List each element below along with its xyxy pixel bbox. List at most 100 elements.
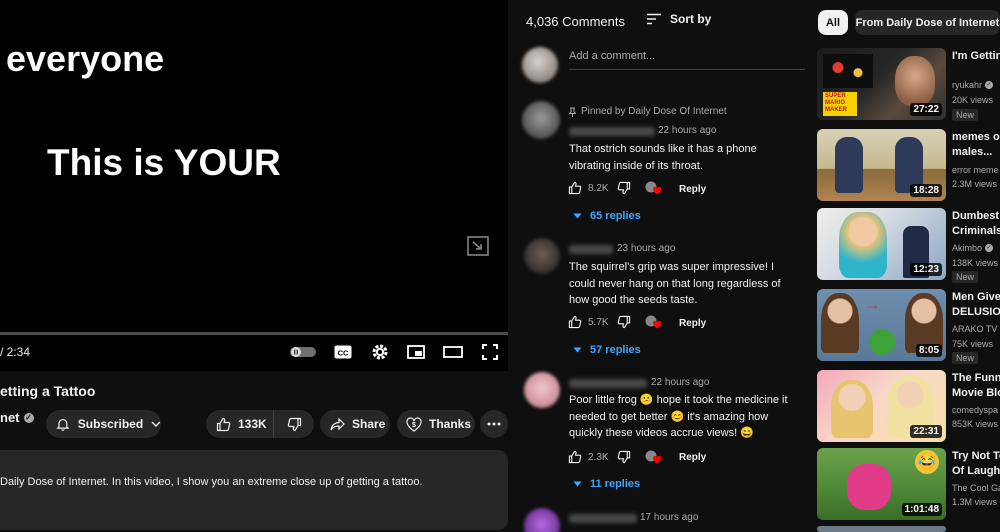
recommended-video-views: 138K views <box>952 258 999 268</box>
add-comment-input[interactable]: Add a comment... <box>569 50 805 70</box>
recommended-video-views: 1.3M views <box>952 497 998 507</box>
recommended-video-channel[interactable]: ARAKO TV✓ <box>952 324 1000 334</box>
video-thumbnail[interactable]: SUPER MARIO MAKER 27:22 <box>817 48 946 120</box>
recommended-video-channel[interactable]: error meme <box>952 165 999 175</box>
recommended-video-channel[interactable]: The Cool Ga <box>952 483 1000 493</box>
reply-button[interactable]: Reply <box>679 452 706 463</box>
settings-icon[interactable] <box>370 342 390 362</box>
thumbs-up-icon <box>568 450 582 464</box>
comment-like-button[interactable]: 2.3K <box>568 450 609 464</box>
like-dislike-group: 133K <box>206 410 314 438</box>
comment-timestamp[interactable]: 22 hours ago <box>651 377 709 388</box>
verified-icon: ✓ <box>985 244 994 252</box>
pause-toggle-icon[interactable] <box>290 342 316 362</box>
creator-heart-icon <box>645 181 662 195</box>
comment-like-button[interactable]: 5.7K <box>568 315 609 329</box>
channel-name[interactable]: net ✓ <box>0 410 34 425</box>
commenter-avatar[interactable] <box>524 238 560 274</box>
channel-text: error meme <box>952 165 999 175</box>
commenter-name[interactable] <box>569 245 613 254</box>
reply-button[interactable]: Reply <box>679 184 706 195</box>
recommended-video[interactable]: → 8:05 Men Give DELUSION ARAKO TV✓ 75K v… <box>817 289 1000 364</box>
recommended-video-title[interactable]: memes or males... <box>952 130 1000 160</box>
theater-icon[interactable] <box>442 342 464 362</box>
commenter-avatar[interactable] <box>524 372 560 408</box>
filter-chip-all[interactable]: All <box>818 10 848 35</box>
video-duration: 12:23 <box>910 263 942 276</box>
captions-icon[interactable]: CC <box>333 342 353 362</box>
description-text: Daily Dose of Internet. In this video, I… <box>0 476 423 488</box>
recommended-video-views: 20K views <box>952 95 994 105</box>
new-badge: New <box>952 352 979 364</box>
recommended-video[interactable]: SUPER MARIO MAKER 27:22 I'm Getting TWIS… <box>817 48 1000 122</box>
channel-name-text: net <box>0 410 20 425</box>
caret-down-icon <box>573 481 582 487</box>
video-thumbnail[interactable]: → 8:05 <box>817 289 946 361</box>
recommended-video-channel[interactable]: ryukahr ✓ <box>952 80 994 90</box>
commenter-name[interactable] <box>569 514 637 523</box>
video-thumbnail[interactable]: 12:23 <box>817 208 946 280</box>
share-label: Share <box>352 417 386 431</box>
recommended-video-title[interactable]: Men Give DELUSION <box>952 290 1000 320</box>
video-thumbnail[interactable]: 18:28 <box>817 129 946 201</box>
comment-text: The squirrel's grip was super impressive… <box>569 261 781 306</box>
more-horizontal-icon <box>487 422 501 426</box>
video-player[interactable]: everyone This is YOUR / 2:34 CC <box>0 0 508 371</box>
comment-timestamp[interactable]: 23 hours ago <box>617 243 675 254</box>
progress-bar[interactable] <box>0 332 508 335</box>
recommended-video-title[interactable]: I'm Getting TWISTED <box>952 49 1000 64</box>
view-replies-button[interactable]: 11 replies <box>573 478 640 490</box>
video-thumbnail[interactable] <box>817 526 946 532</box>
pinned-text: Pinned by Daily Dose Of Internet <box>581 106 727 117</box>
new-badge: New <box>952 109 979 121</box>
commenter-name[interactable] <box>569 127 655 136</box>
filter-chip-from-channel[interactable]: From Daily Dose of Internet <box>855 10 1000 35</box>
recommended-video[interactable]: 12:23 Dumbest Criminals Akimbo ✓ 138K vie… <box>817 208 1000 283</box>
recommended-video[interactable]: 22:31 The Funni Movie Blo comedyspa 853K… <box>817 370 1000 444</box>
more-actions-button[interactable] <box>480 410 508 438</box>
expand-icon[interactable] <box>467 236 489 256</box>
commenter-name[interactable] <box>569 379 647 388</box>
dislike-button[interactable] <box>274 410 314 438</box>
commenter-avatar[interactable] <box>522 101 560 139</box>
commenter-avatar[interactable] <box>524 508 560 532</box>
recommended-video-title[interactable]: Try Not To Of Laught <box>952 449 1000 479</box>
reply-button[interactable]: Reply <box>679 318 706 329</box>
share-button[interactable]: Share <box>320 410 390 438</box>
comment-dislike-button[interactable] <box>617 181 631 195</box>
video-thumbnail[interactable]: 22:31 <box>817 370 946 442</box>
view-replies-button[interactable]: 65 replies <box>573 210 641 222</box>
replies-count: 65 replies <box>590 210 641 222</box>
time-display: / 2:34 <box>0 345 31 359</box>
comment-dislike-button[interactable] <box>617 315 631 329</box>
like-button[interactable]: 133K <box>206 410 274 438</box>
sort-icon <box>647 13 661 25</box>
view-replies-button[interactable]: 57 replies <box>573 344 641 356</box>
share-icon <box>330 417 345 430</box>
recommended-video-channel[interactable]: comedyspa <box>952 405 998 415</box>
thumbs-down-icon <box>617 450 631 464</box>
comment-timestamp[interactable]: 17 hours ago <box>640 512 698 523</box>
recommended-video[interactable] <box>817 526 1000 532</box>
description-box[interactable]: Daily Dose of Internet. In this video, I… <box>0 450 508 530</box>
thanks-button[interactable]: $ Thanks <box>397 410 475 438</box>
recommended-video[interactable]: 😂 1:01:48 Try Not To Of Laught The Cool … <box>817 448 1000 522</box>
comment-timestamp[interactable]: 22 hours ago <box>658 125 716 136</box>
miniplayer-icon[interactable] <box>406 342 426 362</box>
recommended-video[interactable]: 18:28 memes or males... error meme 2.3M … <box>817 129 1000 203</box>
sort-by-button[interactable]: Sort by <box>646 12 711 26</box>
thumbs-up-icon <box>568 181 582 195</box>
video-thumbnail[interactable]: 😂 1:01:48 <box>817 448 946 520</box>
fullscreen-icon[interactable] <box>480 342 500 362</box>
comment-like-button[interactable]: 8.2K <box>568 181 609 195</box>
subscribed-button[interactable]: Subscribed <box>46 410 161 438</box>
recommended-video-title[interactable]: The Funni Movie Blo <box>952 371 1000 401</box>
video-duration: 8:05 <box>915 344 942 357</box>
thumbs-down-icon <box>287 417 301 431</box>
recommended-video-channel[interactable]: Akimbo ✓ <box>952 243 994 253</box>
comment-dislike-button[interactable] <box>617 450 631 464</box>
user-avatar <box>522 47 558 83</box>
recommended-video-title[interactable]: Dumbest Criminals <box>952 209 1000 239</box>
chevron-down-icon <box>151 421 161 427</box>
comment-like-count: 2.3K <box>588 451 609 463</box>
